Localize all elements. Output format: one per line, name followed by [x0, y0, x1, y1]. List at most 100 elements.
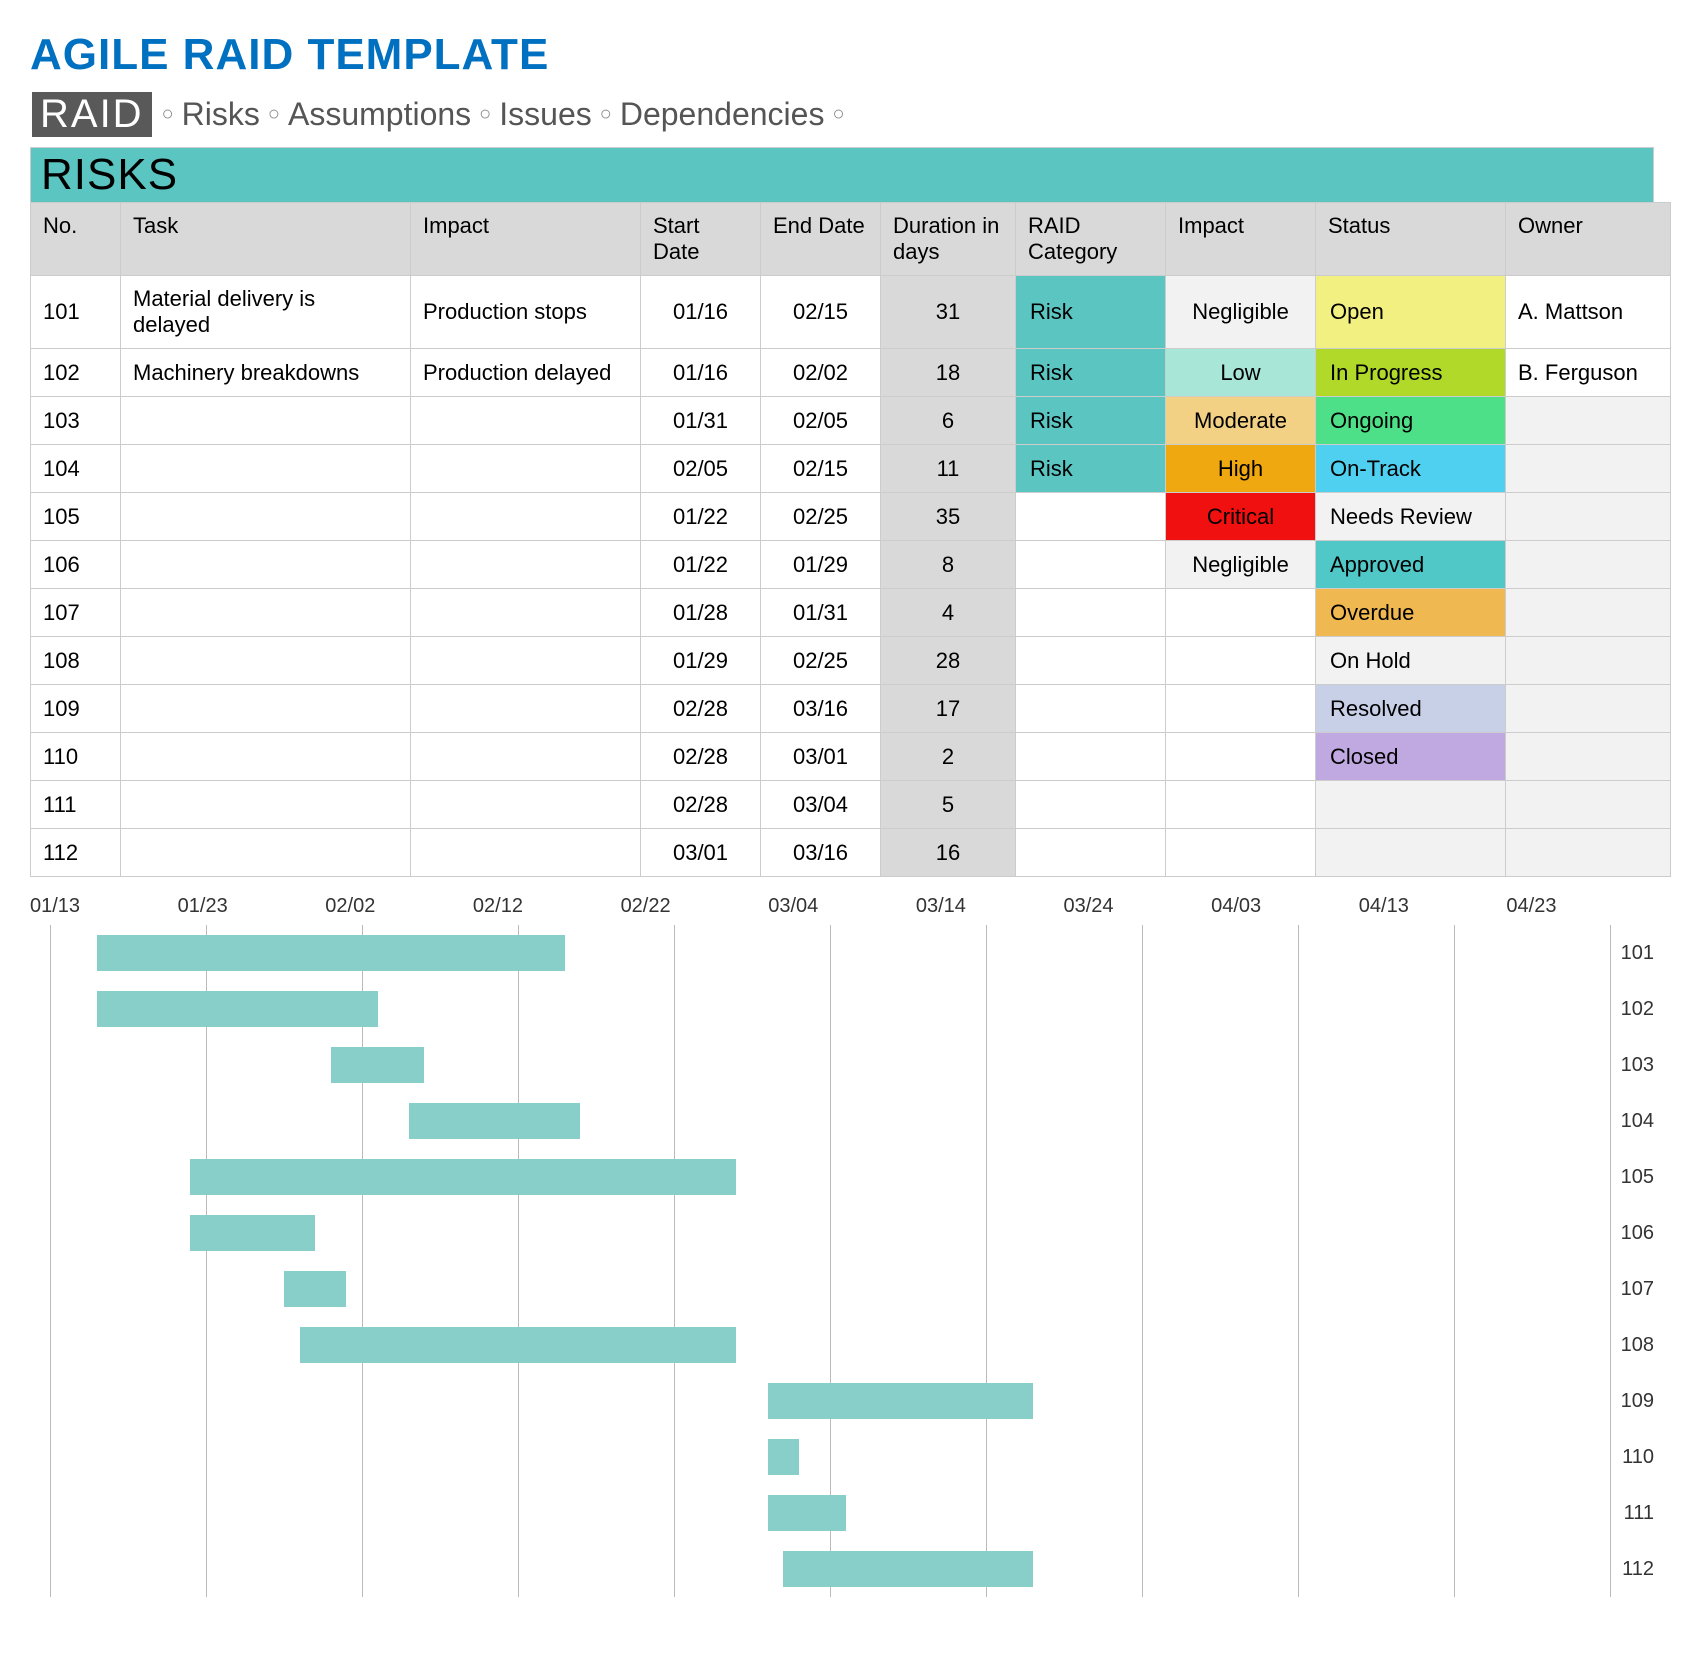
table-cell[interactable]: [1016, 685, 1166, 733]
table-cell[interactable]: 103: [31, 397, 121, 445]
table-cell[interactable]: 11: [881, 445, 1016, 493]
table-cell[interactable]: 17: [881, 685, 1016, 733]
table-cell[interactable]: Moderate: [1166, 397, 1316, 445]
table-cell[interactable]: Approved: [1316, 541, 1506, 589]
table-cell[interactable]: [1016, 637, 1166, 685]
table-cell[interactable]: [121, 781, 411, 829]
table-cell[interactable]: 106: [31, 541, 121, 589]
table-cell[interactable]: 03/16: [761, 685, 881, 733]
table-cell[interactable]: [1506, 589, 1671, 637]
table-cell[interactable]: 01/31: [761, 589, 881, 637]
table-cell[interactable]: Material delivery is delayed: [121, 276, 411, 349]
table-cell[interactable]: 01/22: [641, 541, 761, 589]
table-cell[interactable]: [1016, 781, 1166, 829]
table-cell[interactable]: 112: [31, 829, 121, 877]
table-cell[interactable]: 18: [881, 349, 1016, 397]
table-cell[interactable]: [1016, 541, 1166, 589]
table-cell[interactable]: 02/28: [641, 781, 761, 829]
table-cell[interactable]: Overdue: [1316, 589, 1506, 637]
table-cell[interactable]: 16: [881, 829, 1016, 877]
table-cell[interactable]: High: [1166, 445, 1316, 493]
table-cell[interactable]: Negligible: [1166, 276, 1316, 349]
table-cell[interactable]: [1166, 781, 1316, 829]
table-cell[interactable]: B. Ferguson: [1506, 349, 1671, 397]
table-cell[interactable]: [121, 445, 411, 493]
table-cell[interactable]: 105: [31, 493, 121, 541]
table-cell[interactable]: 02/25: [761, 493, 881, 541]
table-cell[interactable]: 03/01: [641, 829, 761, 877]
table-cell[interactable]: Production stops: [411, 276, 641, 349]
table-cell[interactable]: 01/28: [641, 589, 761, 637]
table-cell[interactable]: [1166, 829, 1316, 877]
table-cell[interactable]: [411, 829, 641, 877]
table-cell[interactable]: [1166, 637, 1316, 685]
table-cell[interactable]: [1506, 781, 1671, 829]
table-cell[interactable]: [1316, 829, 1506, 877]
table-cell[interactable]: [121, 397, 411, 445]
table-cell[interactable]: [1506, 445, 1671, 493]
table-cell[interactable]: [411, 493, 641, 541]
table-cell[interactable]: 110: [31, 733, 121, 781]
table-cell[interactable]: [1166, 685, 1316, 733]
table-cell[interactable]: Machinery breakdowns: [121, 349, 411, 397]
table-cell[interactable]: [1016, 589, 1166, 637]
table-cell[interactable]: Ongoing: [1316, 397, 1506, 445]
table-cell[interactable]: Needs Review: [1316, 493, 1506, 541]
table-cell[interactable]: 4: [881, 589, 1016, 637]
table-cell[interactable]: 102: [31, 349, 121, 397]
table-cell[interactable]: Risk: [1016, 349, 1166, 397]
table-cell[interactable]: Closed: [1316, 733, 1506, 781]
table-cell[interactable]: Risk: [1016, 397, 1166, 445]
table-cell[interactable]: Resolved: [1316, 685, 1506, 733]
table-cell[interactable]: [411, 589, 641, 637]
table-cell[interactable]: Risk: [1016, 445, 1166, 493]
table-cell[interactable]: A. Mattson: [1506, 276, 1671, 349]
table-cell[interactable]: 2: [881, 733, 1016, 781]
table-cell[interactable]: [121, 589, 411, 637]
table-cell[interactable]: 02/05: [761, 397, 881, 445]
table-cell[interactable]: [1506, 829, 1671, 877]
table-cell[interactable]: 02/02: [761, 349, 881, 397]
table-cell[interactable]: [411, 541, 641, 589]
table-cell[interactable]: 6: [881, 397, 1016, 445]
table-cell[interactable]: [1506, 637, 1671, 685]
table-cell[interactable]: [411, 445, 641, 493]
table-cell[interactable]: [121, 733, 411, 781]
table-cell[interactable]: 01/22: [641, 493, 761, 541]
table-cell[interactable]: [1166, 733, 1316, 781]
table-cell[interactable]: 03/16: [761, 829, 881, 877]
table-cell[interactable]: [1506, 685, 1671, 733]
table-cell[interactable]: [121, 637, 411, 685]
table-cell[interactable]: 03/04: [761, 781, 881, 829]
table-cell[interactable]: [411, 637, 641, 685]
table-cell[interactable]: [1016, 829, 1166, 877]
table-cell[interactable]: [1506, 541, 1671, 589]
table-cell[interactable]: [1166, 589, 1316, 637]
table-cell[interactable]: 02/25: [761, 637, 881, 685]
table-cell[interactable]: 01/29: [761, 541, 881, 589]
table-cell[interactable]: [1506, 493, 1671, 541]
table-cell[interactable]: 109: [31, 685, 121, 733]
table-cell[interactable]: [411, 397, 641, 445]
table-cell[interactable]: 02/28: [641, 733, 761, 781]
table-cell[interactable]: 01/16: [641, 349, 761, 397]
table-cell[interactable]: On-Track: [1316, 445, 1506, 493]
table-cell[interactable]: 104: [31, 445, 121, 493]
table-cell[interactable]: [411, 733, 641, 781]
table-cell[interactable]: [411, 781, 641, 829]
table-cell[interactable]: In Progress: [1316, 349, 1506, 397]
table-cell[interactable]: 108: [31, 637, 121, 685]
table-cell[interactable]: Negligible: [1166, 541, 1316, 589]
table-cell[interactable]: 01/29: [641, 637, 761, 685]
table-cell[interactable]: [1506, 397, 1671, 445]
table-cell[interactable]: 03/01: [761, 733, 881, 781]
table-cell[interactable]: 101: [31, 276, 121, 349]
table-cell[interactable]: 111: [31, 781, 121, 829]
table-cell[interactable]: 107: [31, 589, 121, 637]
table-cell[interactable]: [411, 685, 641, 733]
table-cell[interactable]: 5: [881, 781, 1016, 829]
table-cell[interactable]: [121, 685, 411, 733]
table-cell[interactable]: 8: [881, 541, 1016, 589]
table-cell[interactable]: [121, 493, 411, 541]
table-cell[interactable]: [1316, 781, 1506, 829]
